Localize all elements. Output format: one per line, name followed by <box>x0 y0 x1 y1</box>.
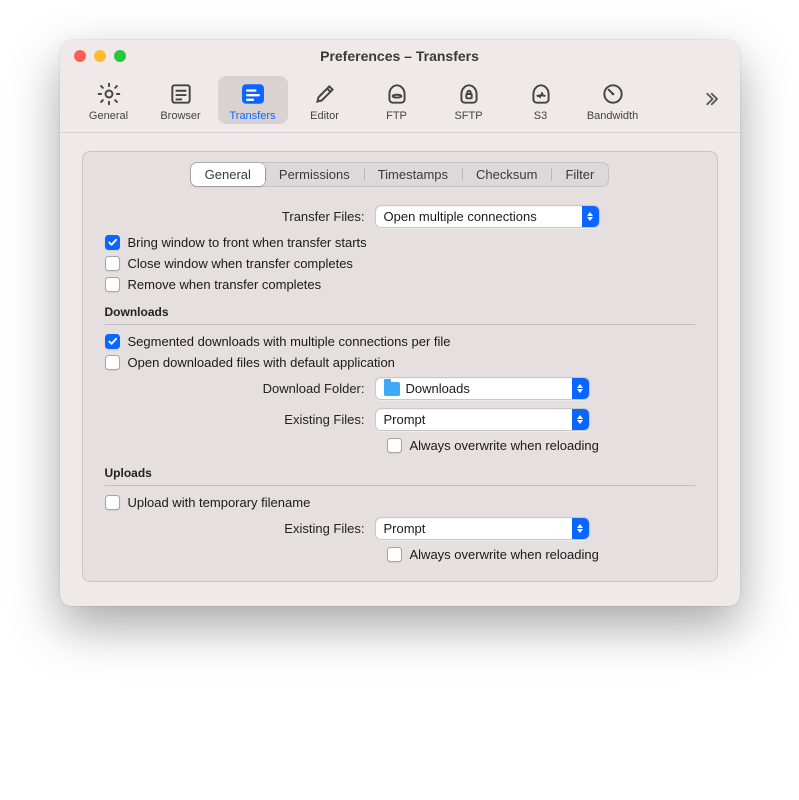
tab-timestamps[interactable]: Timestamps <box>364 163 462 186</box>
toolbar-item-editor[interactable]: Editor <box>290 76 360 124</box>
toolbar-label: Bandwidth <box>587 110 638 122</box>
downloads-existing-select[interactable]: Prompt <box>375 408 590 431</box>
preferences-window: Preferences – Transfers General Browser … <box>60 40 740 606</box>
tab-bar: General Permissions Timestamps Checksum … <box>83 152 717 197</box>
segmented-downloads-checkbox[interactable] <box>105 334 120 349</box>
select-arrows-icon <box>582 206 599 227</box>
toolbar-label: General <box>89 110 128 122</box>
gear-icon <box>96 80 122 108</box>
toolbar-item-s3[interactable]: S3 <box>506 76 576 124</box>
checkbox-label: Segmented downloads with multiple connec… <box>128 334 451 349</box>
s3-icon <box>528 80 554 108</box>
tab-general[interactable]: General <box>191 163 265 186</box>
downloads-existing-label: Existing Files: <box>105 412 365 427</box>
checkbox-label: Remove when transfer completes <box>128 277 322 292</box>
toolbar-item-browser[interactable]: Browser <box>146 76 216 124</box>
select-value: Prompt <box>384 521 572 536</box>
toolbar-label: FTP <box>386 110 407 122</box>
select-value: Downloads <box>406 381 572 396</box>
close-on-complete-checkbox[interactable] <box>105 256 120 271</box>
tab-filter[interactable]: Filter <box>551 163 608 186</box>
uploads-heading: Uploads <box>105 456 695 482</box>
toolbar-label: SFTP <box>454 110 482 122</box>
downloads-always-overwrite-checkbox[interactable] <box>387 438 402 453</box>
uploads-always-overwrite-checkbox[interactable] <box>387 547 402 562</box>
select-value: Open multiple connections <box>384 209 582 224</box>
minimize-window-button[interactable] <box>94 50 106 62</box>
checkbox-label: Open downloaded files with default appli… <box>128 355 395 370</box>
checkbox-label: Upload with temporary filename <box>128 495 311 510</box>
download-folder-select[interactable]: Downloads <box>375 377 590 400</box>
close-window-button[interactable] <box>74 50 86 62</box>
bring-to-front-checkbox[interactable] <box>105 235 120 250</box>
upload-temp-filename-checkbox[interactable] <box>105 495 120 510</box>
preferences-toolbar: General Browser Transfers Editor FTP <box>60 72 740 133</box>
list-icon <box>168 80 194 108</box>
content-area: General Permissions Timestamps Checksum … <box>60 133 740 606</box>
tab-checksum[interactable]: Checksum <box>462 163 551 186</box>
toolbar-overflow-button[interactable] <box>696 84 726 117</box>
toolbar-label: S3 <box>534 110 547 122</box>
remove-on-complete-checkbox[interactable] <box>105 277 120 292</box>
toolbar-item-transfers[interactable]: Transfers <box>218 76 288 124</box>
transfers-icon <box>239 80 267 108</box>
folder-icon <box>384 382 400 396</box>
checkbox-label: Bring window to front when transfer star… <box>128 235 367 250</box>
toolbar-item-general[interactable]: General <box>74 76 144 124</box>
disk-lock-icon <box>456 80 482 108</box>
toolbar-item-bandwidth[interactable]: Bandwidth <box>578 76 648 124</box>
disk-icon <box>384 80 410 108</box>
toolbar-label: Editor <box>310 110 339 122</box>
transfer-files-select[interactable]: Open multiple connections <box>375 205 600 228</box>
checkbox-label: Always overwrite when reloading <box>410 438 599 453</box>
settings-panel: General Permissions Timestamps Checksum … <box>82 151 718 582</box>
titlebar: Preferences – Transfers <box>60 40 740 72</box>
checkbox-label: Always overwrite when reloading <box>410 547 599 562</box>
select-value: Prompt <box>384 412 572 427</box>
toolbar-item-sftp[interactable]: SFTP <box>434 76 504 124</box>
downloads-heading: Downloads <box>105 295 695 321</box>
tab-permissions[interactable]: Permissions <box>265 163 364 186</box>
uploads-existing-label: Existing Files: <box>105 521 365 536</box>
gauge-icon <box>600 80 626 108</box>
toolbar-item-ftp[interactable]: FTP <box>362 76 432 124</box>
open-downloaded-checkbox[interactable] <box>105 355 120 370</box>
transfer-files-label: Transfer Files: <box>105 209 365 224</box>
select-arrows-icon <box>572 518 589 539</box>
zoom-window-button[interactable] <box>114 50 126 62</box>
toolbar-label: Browser <box>160 110 200 122</box>
select-arrows-icon <box>572 378 589 399</box>
checkbox-label: Close window when transfer completes <box>128 256 353 271</box>
download-folder-label: Download Folder: <box>105 381 365 396</box>
select-arrows-icon <box>572 409 589 430</box>
toolbar-label: Transfers <box>229 110 275 122</box>
pencil-icon <box>312 80 338 108</box>
window-title: Preferences – Transfers <box>74 48 726 64</box>
uploads-existing-select[interactable]: Prompt <box>375 517 590 540</box>
